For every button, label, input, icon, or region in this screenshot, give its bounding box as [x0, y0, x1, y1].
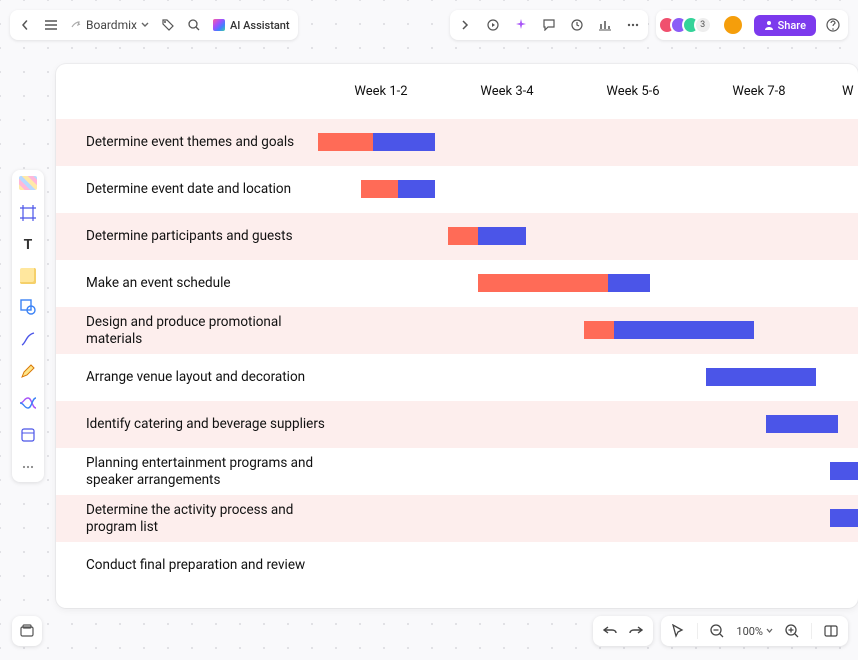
topbar-collab-group: 3 Share [656, 10, 848, 40]
gantt-bar[interactable] [766, 415, 838, 433]
shape-tool[interactable] [19, 298, 37, 316]
gantt-bar-segment-remaining [766, 415, 838, 433]
chevron-right-icon[interactable] [458, 18, 472, 32]
mindmap-tool[interactable] [19, 394, 37, 412]
gantt-bar[interactable] [830, 509, 858, 527]
zoom-in-icon[interactable] [785, 624, 799, 638]
search-icon[interactable] [187, 18, 201, 32]
text-tool[interactable]: T [19, 236, 37, 254]
topbar-tools-group [450, 10, 648, 40]
gantt-row: Determine the activity process and progr… [56, 495, 858, 542]
connector-tool[interactable] [19, 330, 37, 348]
gantt-bar-segment-progress [448, 227, 478, 245]
tag-icon[interactable] [161, 18, 175, 32]
gantt-row-label: Determine event date and location [86, 181, 326, 198]
gantt-row-label: Planning entertainment programs and spea… [86, 455, 326, 489]
gantt-bar-segment-remaining [614, 321, 754, 339]
gantt-bar-segment-remaining [373, 133, 435, 151]
gantt-chart-card[interactable]: Week 1-2Week 3-4Week 5-6Week 7-8 W Determi… [56, 64, 858, 608]
gantt-bar[interactable] [584, 321, 754, 339]
board-name-dropdown[interactable]: Boardmix [70, 18, 149, 32]
zoom-level[interactable]: 100% [736, 625, 773, 638]
gantt-bar[interactable] [318, 133, 435, 151]
gantt-row: Make an event schedule [56, 260, 858, 307]
bottom-right-toolbar: 100% [593, 616, 848, 646]
zoom-level-text: 100% [736, 625, 763, 638]
gantt-bar-segment-remaining [830, 462, 858, 480]
gantt-bar[interactable] [448, 227, 526, 245]
minimap-icon[interactable] [824, 624, 838, 638]
undo-icon[interactable] [603, 624, 617, 638]
gantt-column-header: W [842, 84, 854, 99]
frame-tool[interactable] [19, 204, 37, 222]
gantt-row-label: Determine event themes and goals [86, 134, 326, 151]
gantt-column-header: Week 1-2 [318, 84, 444, 99]
gantt-bar[interactable] [361, 180, 435, 198]
gantt-row: Conduct final preparation and review [56, 542, 858, 589]
gantt-column-header: Week 5-6 [570, 84, 696, 99]
gantt-bar[interactable] [706, 368, 816, 386]
help-icon[interactable] [826, 18, 840, 32]
gantt-bar-segment-remaining [608, 274, 650, 292]
pointer-icon[interactable] [671, 624, 685, 638]
ai-logo-icon [213, 19, 225, 31]
chart-icon[interactable] [598, 18, 612, 32]
sticky-note-tool[interactable] [20, 268, 36, 284]
gantt-bar-segment-progress [584, 321, 614, 339]
current-user-avatar[interactable] [722, 14, 744, 36]
ai-assistant-label: AI Assistant [230, 19, 290, 32]
gantt-bar[interactable] [830, 462, 858, 480]
gantt-row-label: Conduct final preparation and review [86, 557, 326, 574]
play-icon[interactable] [486, 18, 500, 32]
sparkle-icon[interactable] [514, 18, 528, 32]
gantt-column-header: Week 3-4 [444, 84, 570, 99]
more-tools-icon[interactable] [19, 458, 37, 476]
gantt-row-label: Determine participants and guests [86, 228, 326, 245]
view-controls-group: 100% [661, 616, 848, 646]
gantt-row: Identify catering and beverage suppliers [56, 401, 858, 448]
pen-tool[interactable] [19, 362, 37, 380]
comment-icon[interactable] [542, 18, 556, 32]
gantt-row-label: Identify catering and beverage suppliers [86, 416, 326, 433]
gantt-bar[interactable] [478, 274, 650, 292]
avatar-overflow-count: 3 [694, 16, 712, 34]
collaborator-avatars[interactable]: 3 [664, 16, 712, 34]
topbar-left-group: Boardmix AI Assistant [10, 10, 298, 40]
gantt-row: Design and produce promotional materials [56, 307, 858, 354]
gantt-row: Determine event themes and goals [56, 119, 858, 166]
widget-tool[interactable] [19, 426, 37, 444]
share-button[interactable]: Share [754, 15, 816, 36]
back-icon[interactable] [18, 18, 32, 32]
topbar: Boardmix AI Assistant 3 [10, 10, 848, 40]
share-button-label: Share [778, 19, 806, 32]
gantt-bar-segment-progress [361, 180, 398, 198]
zoom-out-icon[interactable] [710, 624, 724, 638]
gantt-row: Determine event date and location [56, 166, 858, 213]
layers-panel-toggle[interactable] [12, 616, 42, 646]
gantt-column-header: Week 7-8 [696, 84, 822, 99]
gantt-row: Arrange venue layout and decoration [56, 354, 858, 401]
gantt-bar-segment-remaining [398, 180, 435, 198]
gantt-bar-segment-progress [478, 274, 608, 292]
chevron-down-icon [141, 21, 149, 29]
gantt-bar-segment-remaining [478, 227, 526, 245]
gantt-row-label: Arrange venue layout and decoration [86, 369, 326, 386]
gantt-bar-segment-remaining [830, 509, 858, 527]
gantt-row-label: Design and produce promotional materials [86, 314, 326, 348]
ai-assistant-button[interactable]: AI Assistant [213, 19, 290, 32]
more-icon[interactable] [626, 18, 640, 32]
gantt-row: Planning entertainment programs and spea… [56, 448, 858, 495]
board-name-text: Boardmix [86, 18, 137, 32]
side-toolbar: T [12, 170, 44, 482]
redo-icon[interactable] [629, 624, 643, 638]
gantt-row-label: Determine the activity process and progr… [86, 502, 326, 536]
history-icon[interactable] [570, 18, 584, 32]
undo-redo-group [593, 616, 653, 646]
gantt-row: Determine participants and guests [56, 213, 858, 260]
menu-icon[interactable] [44, 18, 58, 32]
templates-tool[interactable] [19, 176, 37, 190]
gantt-bar-segment-progress [318, 133, 373, 151]
gantt-bar-segment-remaining [706, 368, 816, 386]
gantt-row-label: Make an event schedule [86, 275, 326, 292]
